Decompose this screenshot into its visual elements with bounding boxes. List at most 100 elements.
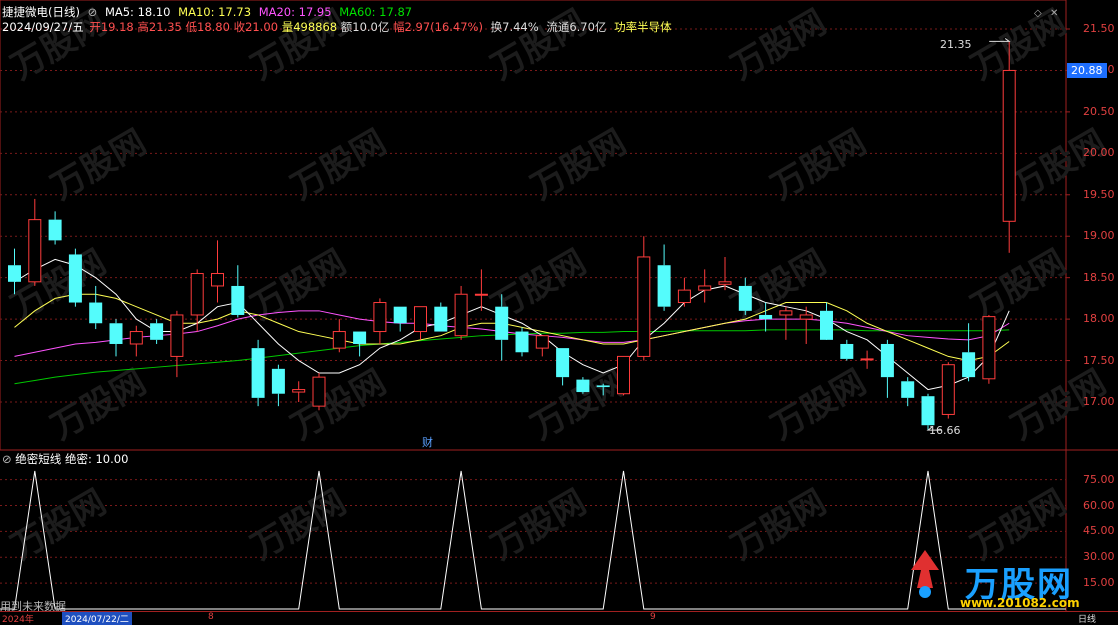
amount-value: 额10.0亿 bbox=[340, 20, 390, 34]
candle bbox=[535, 335, 549, 357]
indicator-axis-label: 30.00 bbox=[1083, 550, 1115, 564]
price-axis-label: 18.00 bbox=[1083, 312, 1115, 326]
float-value: 流通6.70亿 bbox=[546, 20, 607, 34]
candle bbox=[718, 256, 732, 291]
candle bbox=[901, 377, 915, 407]
turnover-value: 换7.44% bbox=[490, 20, 539, 34]
candle bbox=[657, 244, 671, 311]
watermark-text: 万股网 bbox=[965, 482, 1073, 568]
candle-body bbox=[150, 323, 164, 340]
candle bbox=[860, 350, 874, 369]
candle bbox=[89, 285, 103, 330]
candle-body bbox=[515, 331, 529, 353]
indicator-value: 绝密: 10.00 bbox=[64, 452, 129, 466]
ma20-value: MA20: 17.95 bbox=[258, 5, 332, 19]
candle-body bbox=[332, 331, 346, 349]
candle bbox=[840, 339, 854, 361]
candle bbox=[211, 240, 224, 303]
candle-body bbox=[718, 281, 732, 285]
watermark-text: 万股网 bbox=[725, 482, 833, 568]
candle-body bbox=[657, 265, 671, 307]
diamond-icon[interactable]: ◇ bbox=[1034, 8, 1042, 19]
bar-date: 2024/09/27/五 bbox=[2, 20, 84, 34]
candle bbox=[820, 302, 833, 340]
indicator-dropdown-icon[interactable]: ⊘ bbox=[2, 452, 12, 466]
candle-body bbox=[556, 348, 570, 378]
brand-mascot-icon bbox=[905, 548, 945, 598]
finance-marker[interactable]: 财 bbox=[422, 434, 433, 450]
time-axis-year: 2024年 bbox=[2, 615, 34, 625]
watermark-text: 万股网 bbox=[285, 362, 393, 448]
candle bbox=[454, 285, 468, 340]
candle-body bbox=[89, 302, 103, 324]
candle-body bbox=[941, 364, 955, 415]
watermark-layer: 万股网 万股网 万股网 万股网 万股网万股网 万股网 万股网 万股网 万股网万股网 万股网 万股网万… bbox=[5, 2, 1113, 568]
watermark-text: 万股网 bbox=[525, 362, 633, 448]
candle bbox=[170, 310, 184, 378]
candle-body bbox=[576, 379, 590, 393]
candle bbox=[982, 314, 996, 384]
period-label[interactable]: 日线 bbox=[1078, 612, 1096, 625]
watermark-text: 万股网 bbox=[45, 362, 153, 448]
watermark-text: 万股网 bbox=[725, 2, 833, 88]
low-value: 低18.80 bbox=[185, 20, 230, 34]
current-price-badge: 20.88 bbox=[1067, 63, 1107, 78]
price-axis-label: 21.50 bbox=[1083, 22, 1115, 35]
candle-body bbox=[68, 254, 82, 303]
watermark-text: 万股网 bbox=[245, 482, 353, 568]
price-axis-label: 17.00 bbox=[1083, 395, 1115, 408]
candle-body bbox=[393, 306, 407, 324]
candle-body bbox=[353, 331, 367, 344]
candle bbox=[698, 269, 712, 303]
candle-body bbox=[921, 396, 935, 426]
watermark-text: 万股网 bbox=[5, 482, 113, 568]
candle bbox=[271, 364, 285, 407]
time-axis-date-box: 2024/07/22/二 bbox=[62, 612, 132, 625]
candle bbox=[434, 302, 448, 332]
high-annotation: 21.35 bbox=[940, 38, 972, 51]
candle-body bbox=[8, 265, 21, 282]
candle-body bbox=[596, 385, 610, 388]
candle-body bbox=[495, 306, 509, 340]
candle-body bbox=[617, 355, 630, 395]
stock-title[interactable]: 捷捷微电(日线) bbox=[2, 5, 80, 19]
close-icon[interactable]: ✕ bbox=[1050, 8, 1058, 19]
candle-body bbox=[759, 314, 773, 320]
ma10-value: MA10: 17.73 bbox=[178, 5, 252, 19]
candle bbox=[556, 348, 570, 386]
candle-body bbox=[231, 285, 245, 315]
candle-body bbox=[1002, 69, 1016, 222]
time-axis bbox=[0, 611, 1118, 622]
indicator-axis-label: 15.00 bbox=[1083, 576, 1115, 590]
header-row-2: 2024/09/27/五 开19.18 高21.35 低18.80 收21.00… bbox=[2, 20, 676, 34]
candle-body bbox=[799, 314, 813, 320]
candle bbox=[251, 339, 265, 407]
ma5-value: MA5: 18.10 bbox=[104, 5, 171, 19]
sector-tag[interactable]: 功率半导体 bbox=[614, 20, 672, 34]
candle-body bbox=[860, 358, 874, 361]
indicator-header: ⊘ 绝密短线 绝密: 10.00 bbox=[2, 451, 128, 467]
candle bbox=[129, 325, 143, 357]
price-axis-label: 17.50 bbox=[1083, 353, 1115, 367]
dropdown-icon[interactable]: ⊘ bbox=[88, 5, 98, 19]
candle-body bbox=[738, 285, 752, 311]
candle bbox=[962, 323, 976, 382]
candle bbox=[515, 327, 529, 357]
candle bbox=[150, 319, 164, 344]
candle bbox=[312, 372, 326, 411]
candle bbox=[677, 277, 691, 307]
candle-body bbox=[170, 314, 184, 357]
open-value: 开19.18 bbox=[89, 20, 134, 34]
candles bbox=[8, 38, 1016, 431]
candle bbox=[941, 362, 955, 419]
candle-body bbox=[312, 376, 326, 407]
candle bbox=[109, 319, 123, 357]
indicator-title[interactable]: 绝密短线 bbox=[15, 452, 61, 466]
candle-body bbox=[901, 381, 915, 398]
kline-chart[interactable]: 万股网 万股网 万股网 万股网 万股网万股网 万股网 万股网 万股网 万股网万股网 万股网 万股网万… bbox=[0, 0, 1118, 621]
candle-body bbox=[474, 293, 488, 296]
candle-body bbox=[982, 316, 996, 380]
candle-body bbox=[190, 273, 204, 316]
volume-value: 量498868 bbox=[281, 20, 338, 34]
candle-body bbox=[48, 219, 62, 241]
